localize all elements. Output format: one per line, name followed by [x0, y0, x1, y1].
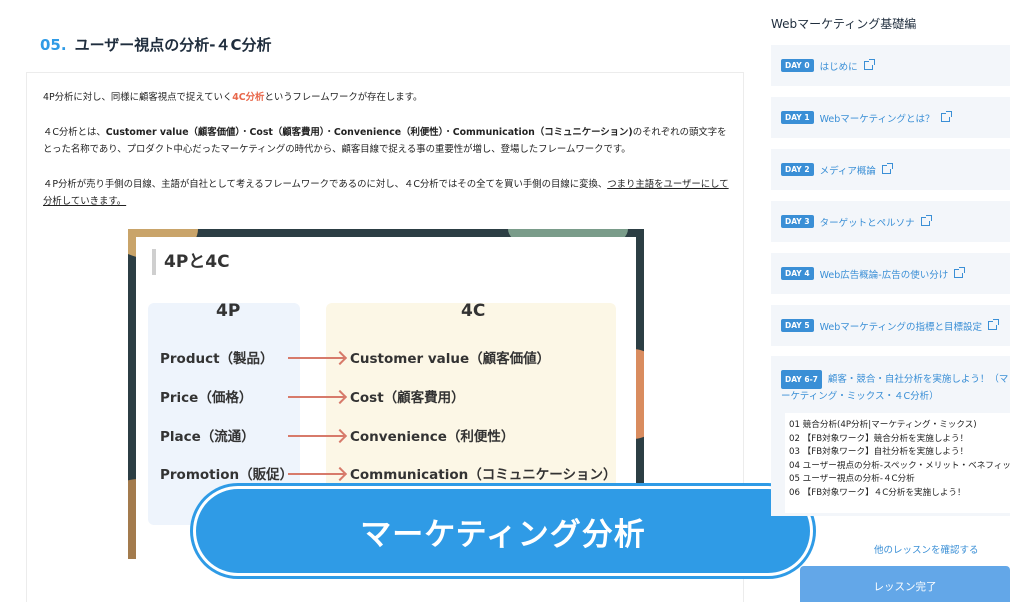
- row-c-cost: Cost（顧客費用）: [350, 390, 465, 406]
- external-link-icon: [920, 215, 932, 226]
- lesson-item[interactable]: 04 ユーザー視点の分析-スペック・メリット・ベネフィット: [789, 460, 1010, 474]
- lesson-item[interactable]: 01 競合分析(4P分析|マーケティング・ミックス): [789, 419, 1010, 433]
- p2-term-convenience: Convenience（利便性）: [333, 127, 444, 138]
- p2-term-communication: Communication（コミュニケーション): [452, 127, 633, 138]
- day-open-header[interactable]: DAY 6-7 顧客・競合・自社分析を実施しよう！（マーケティング・ミックス・４C…: [781, 370, 1010, 404]
- sidebar-item-day1[interactable]: DAY 1 Webマーケティングとは？: [771, 97, 1010, 138]
- p2-term-customer-value: Customer value（顧客価値）: [105, 127, 241, 138]
- p2-text: ４C分析とは、: [43, 127, 106, 138]
- lesson-list: 01 競合分析(4P分析|マーケティング・ミックス) 02 【FB対象ワーク】競…: [785, 413, 1010, 513]
- day-badge: DAY 3: [781, 215, 814, 228]
- row-p-price: Price（価格）: [160, 390, 253, 406]
- sidebar-item-day4[interactable]: DAY 4 Web広告概論-広告の使い分け: [771, 253, 1010, 294]
- external-link-icon: [988, 319, 1000, 330]
- row-c-communication: Communication（コミュニケーション）: [350, 467, 617, 483]
- section-title: 05. ユーザー視点の分析-４C分析: [40, 34, 272, 55]
- row-p-place: Place（流通）: [160, 429, 255, 445]
- p2-term-cost: Cost（顧客費用）: [249, 127, 325, 138]
- arrow-right-icon: [288, 357, 344, 359]
- lesson-item[interactable]: 03 【FB対象ワーク】自社分析を実施しよう！: [789, 446, 1010, 460]
- column-4c-heading: 4C: [461, 301, 486, 321]
- external-link-icon: [954, 267, 966, 278]
- p1-text: 4P分析に対し、同様に顧客視点で捉えていく: [43, 92, 233, 103]
- sidebar-item-day2[interactable]: DAY 2 メディア概論: [771, 149, 1010, 190]
- section-heading: ユーザー視点の分析-４C分析: [74, 36, 272, 54]
- marketing-analysis-banner: マーケティング分析: [193, 486, 813, 576]
- column-4p-heading: 4P: [216, 301, 241, 321]
- external-link-icon: [863, 59, 875, 70]
- day-badge: DAY 0: [781, 59, 814, 72]
- paragraph-1: 4P分析に対し、同様に顧客視点で捉えていく4C分析というフレームワークが存在しま…: [43, 89, 733, 106]
- day-label[interactable]: はじめに: [820, 59, 858, 73]
- sidebar-item-day0[interactable]: DAY 0 はじめに: [771, 45, 1010, 86]
- lesson-item-current[interactable]: 05 ユーザー視点の分析-４C分析: [789, 473, 1010, 487]
- day-badge: DAY 4: [781, 267, 814, 280]
- external-link-icon: [940, 111, 952, 122]
- sidebar-item-day6-7: DAY 6-7 顧客・競合・自社分析を実施しよう！（マーケティング・ミックス・４C…: [771, 356, 1010, 516]
- p1-accent: 4C分析: [232, 92, 265, 103]
- sidebar-title: Webマーケティング基礎編: [771, 17, 917, 31]
- banner-text: マーケティング分析: [360, 516, 646, 553]
- day-label[interactable]: Webマーケティングの指標と目標設定: [820, 319, 982, 333]
- paragraph-3: ４P分析が売り手側の目線、主語が自社として考えるフレームワークであるのに対し、４…: [43, 176, 733, 210]
- p1-text-end: というフレームワークが存在します。: [264, 92, 423, 103]
- row-p-promotion: Promotion（販促）: [160, 467, 294, 483]
- arrow-right-icon: [288, 473, 344, 475]
- lesson-item[interactable]: 06 【FB対象ワーク】４C分析を実施しよう！: [789, 487, 1010, 501]
- p2-sep: ・: [324, 127, 334, 138]
- p3-text: ４P分析が売り手側の目線、主語が自社として考えるフレームワークであるのに対し、４…: [43, 179, 608, 190]
- lesson-complete-button[interactable]: レッスン完了: [800, 566, 1010, 602]
- day-badge: DAY 5: [781, 319, 814, 332]
- sidebar-item-day3[interactable]: DAY 3 ターゲットとペルソナ: [771, 201, 1010, 242]
- paragraph-2: ４C分析とは、Customer value（顧客価値）・Cost（顧客費用）・C…: [43, 124, 733, 158]
- section-number: 05.: [40, 36, 67, 54]
- external-link-icon: [881, 163, 893, 174]
- day-label[interactable]: メディア概論: [820, 163, 876, 177]
- day-label[interactable]: Webマーケティングとは？: [820, 111, 935, 125]
- sidebar-item-day5[interactable]: DAY 5 Webマーケティングの指標と目標設定: [771, 305, 1010, 346]
- arrow-right-icon: [288, 435, 344, 437]
- p2-sep: ・: [443, 127, 453, 138]
- row-p-product: Product（製品）: [160, 351, 274, 367]
- day-badge: DAY 2: [781, 163, 814, 176]
- day-label[interactable]: Web広告概論-広告の使い分け: [820, 267, 949, 281]
- row-c-convenience: Convenience（利便性）: [350, 429, 515, 445]
- row-c-customer-value: Customer value（顧客価値）: [350, 351, 551, 367]
- arrow-right-icon: [288, 396, 344, 398]
- other-lessons-link[interactable]: 他のレッスンを確認する: [874, 542, 979, 556]
- lesson-item[interactable]: 02 【FB対象ワーク】競合分析を実施しよう！: [789, 433, 1010, 447]
- day-badge: DAY 1: [781, 111, 814, 124]
- day-badge: DAY 6-7: [781, 370, 822, 389]
- slide-title: 4Pと4C: [152, 249, 230, 275]
- p2-sep: ・: [240, 127, 250, 138]
- day-label[interactable]: ターゲットとペルソナ: [820, 215, 915, 229]
